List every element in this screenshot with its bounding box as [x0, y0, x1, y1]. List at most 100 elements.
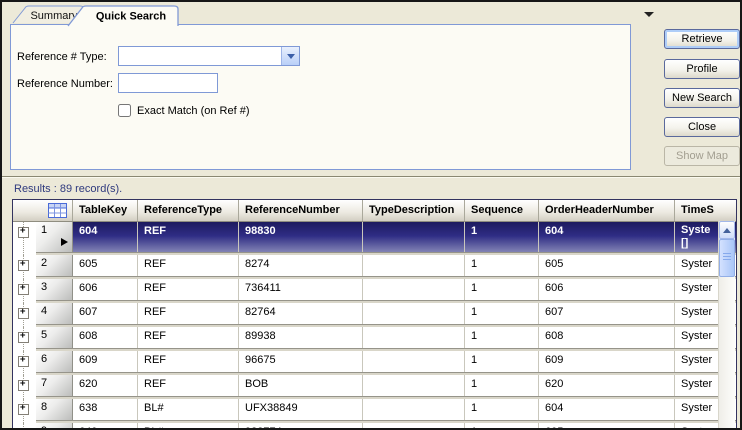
table-row[interactable]: 2 605 REF 8274 1 605 Syster: [13, 255, 736, 279]
cell-orderheadernumber: 620: [539, 375, 675, 399]
expand-cell[interactable]: [13, 255, 36, 279]
exact-match-label: Exact Match (on Ref #): [137, 105, 250, 117]
row-header[interactable]: 5: [36, 327, 73, 351]
show-map-button: Show Map: [664, 146, 740, 166]
expand-icon[interactable]: [18, 308, 29, 319]
expand-cell[interactable]: [13, 303, 36, 327]
cell-tablekey: 640: [73, 423, 138, 430]
expand-cell[interactable]: [13, 351, 36, 375]
row-header[interactable]: 9: [36, 423, 73, 430]
collapse-panel-arrow-icon[interactable]: [644, 12, 658, 22]
ref-type-combobox[interactable]: [118, 46, 300, 66]
cell-orderheadernumber: 605: [539, 423, 675, 430]
ref-type-label: Reference # Type:: [17, 51, 107, 63]
row-number: 8: [41, 401, 47, 413]
table-row[interactable]: 4 607 REF 82764 1 607 Syster: [13, 303, 736, 327]
expand-cell[interactable]: [13, 375, 36, 399]
row-header[interactable]: 2: [36, 255, 73, 279]
table-row[interactable]: 6 609 REF 96675 1 609 Syster: [13, 351, 736, 375]
cell-typedescription: [363, 255, 465, 279]
cell-sequence: 1: [465, 279, 539, 303]
cell-referencenumber: 89938: [239, 327, 363, 351]
row-number: 3: [41, 281, 47, 293]
cell-referencenumber: 96675: [239, 351, 363, 375]
expand-cell[interactable]: [13, 423, 36, 430]
tab-quick-search[interactable]: Quick Search: [68, 6, 178, 26]
column-header-timestamp[interactable]: TimeS: [675, 200, 736, 221]
table-icon: [48, 203, 67, 218]
column-header-tablekey[interactable]: TableKey: [73, 200, 138, 221]
column-header-sequence[interactable]: Sequence: [465, 200, 539, 221]
table-row-selected[interactable]: 1 604 REF 98830 1 604 Syste[]: [13, 222, 736, 255]
expand-icon[interactable]: [18, 380, 29, 391]
expand-icon[interactable]: [18, 332, 29, 343]
cell-typedescription: [363, 327, 465, 351]
table-row[interactable]: 8 638 BL# UFX38849 1 604 Syster: [13, 399, 736, 423]
table-row[interactable]: 3 606 REF 736411 1 606 Syster: [13, 279, 736, 303]
row-header[interactable]: 6: [36, 351, 73, 375]
retrieve-button[interactable]: Retrieve: [664, 29, 740, 49]
expand-icon[interactable]: [18, 404, 29, 415]
cell-referencenumber: 736411: [239, 279, 363, 303]
table-row[interactable]: 9 640 BL# 983774 1 605 Syster: [13, 423, 736, 430]
row-header[interactable]: 7: [36, 375, 73, 399]
search-form-panel: Reference # Type: Reference Number: Exac…: [10, 24, 631, 170]
cell-tablekey: 609: [73, 351, 138, 375]
ref-number-input[interactable]: [118, 73, 218, 93]
row-header[interactable]: 4: [36, 303, 73, 327]
column-header-referencenumber[interactable]: ReferenceNumber: [239, 200, 363, 221]
scrollbar-thumb[interactable]: [719, 239, 735, 277]
cell-tablekey: 607: [73, 303, 138, 327]
combobox-dropdown-button[interactable]: [281, 47, 299, 65]
cell-orderheadernumber: 606: [539, 279, 675, 303]
expand-cell[interactable]: [13, 327, 36, 351]
exact-match-checkbox[interactable]: [118, 104, 131, 117]
expand-icon[interactable]: [18, 260, 29, 271]
cell-referencenumber: UFX38849: [239, 399, 363, 423]
tab-summary-label: Summary: [30, 10, 78, 22]
grid-corner-cell[interactable]: [13, 200, 73, 221]
grid-body: 1 604 REF 98830 1 604 Syste[] 2 605 REF …: [13, 222, 736, 430]
cell-typedescription: [363, 279, 465, 303]
profile-button[interactable]: Profile: [664, 59, 740, 79]
cell-referencetype: BL#: [138, 399, 239, 423]
cell-referencetype: REF: [138, 351, 239, 375]
cell-referencenumber: 983774: [239, 423, 363, 430]
cell-tablekey: 605: [73, 255, 138, 279]
expand-icon[interactable]: [18, 284, 29, 295]
cell-referencenumber: 98830: [239, 222, 363, 255]
scrollbar-up-icon: [723, 228, 731, 233]
new-search-button[interactable]: New Search: [664, 88, 740, 108]
column-header-typedescription[interactable]: TypeDescription: [363, 200, 465, 221]
cell-orderheadernumber: 608: [539, 327, 675, 351]
scrollbar-up-button[interactable]: [719, 221, 735, 239]
cell-referencetype: REF: [138, 222, 239, 255]
cell-referencetype: REF: [138, 303, 239, 327]
row-number: 6: [41, 353, 47, 365]
column-header-orderheadernumber[interactable]: OrderHeaderNumber: [539, 200, 675, 221]
expand-icon[interactable]: [18, 356, 29, 367]
ref-number-label: Reference Number:: [17, 78, 113, 90]
cell-typedescription: [363, 222, 465, 255]
table-row[interactable]: 7 620 REF BOB 1 620 Syster: [13, 375, 736, 399]
expand-cell[interactable]: [13, 279, 36, 303]
cell-sequence: 1: [465, 351, 539, 375]
cell-orderheadernumber: 609: [539, 351, 675, 375]
expand-cell[interactable]: [13, 222, 36, 255]
close-button[interactable]: Close: [664, 117, 740, 137]
expand-icon[interactable]: [18, 227, 29, 238]
cell-sequence: 1: [465, 327, 539, 351]
expand-cell[interactable]: [13, 399, 36, 423]
quick-search-window: Summary Quick Search Reference # Type: R…: [0, 0, 742, 430]
grid-header-row: TableKey ReferenceType ReferenceNumber T…: [13, 200, 736, 222]
row-header[interactable]: 8: [36, 399, 73, 423]
row-header[interactable]: 3: [36, 279, 73, 303]
cell-tablekey: 604: [73, 222, 138, 255]
column-header-referencetype[interactable]: ReferenceType: [138, 200, 239, 221]
table-row[interactable]: 5 608 REF 89938 1 608 Syster: [13, 327, 736, 351]
cell-sequence: 1: [465, 255, 539, 279]
row-number: 7: [41, 377, 47, 389]
row-header[interactable]: 1: [36, 222, 73, 255]
vertical-scrollbar[interactable]: [718, 221, 735, 430]
cell-typedescription: [363, 399, 465, 423]
